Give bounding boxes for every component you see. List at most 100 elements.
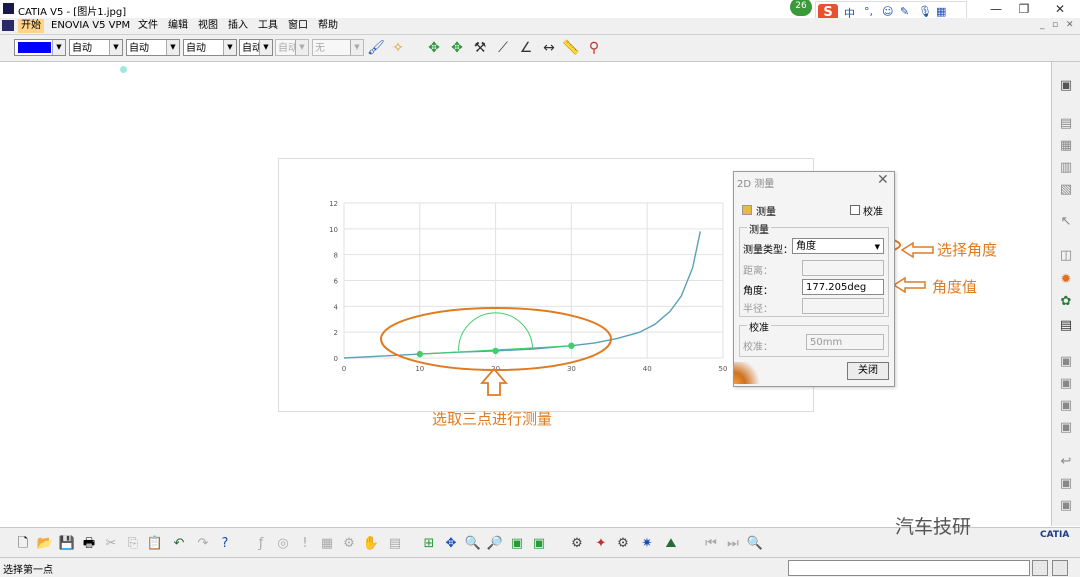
tool-g-icon[interactable]: ▣ <box>1058 498 1074 514</box>
transparency-combo[interactable]: 自动 ▼ <box>183 39 237 56</box>
close-button[interactable]: 关闭 <box>847 362 889 380</box>
layer-combo[interactable]: 自动 ▼ <box>275 39 309 56</box>
dialog-close-icon[interactable]: ✕ <box>877 172 889 188</box>
mdi-minimize-icon[interactable]: _ <box>1040 20 1045 30</box>
pan-view-icon[interactable]: ✥ <box>442 535 460 553</box>
ruler-icon[interactable]: 📏 <box>562 39 580 57</box>
zoom-in-icon[interactable]: 🔍 <box>464 535 482 553</box>
measure-item-icon[interactable]: ⚒ <box>471 39 489 57</box>
mdi-restore-icon[interactable]: ▫ <box>1052 20 1058 30</box>
tool-e-icon[interactable]: ↩ <box>1058 454 1074 470</box>
normal-view-icon[interactable]: ▣ <box>508 535 526 553</box>
punctuation-icon[interactable]: °, <box>864 5 873 18</box>
measure-angle-icon[interactable]: ∠ <box>517 39 535 57</box>
menu-edit[interactable]: 编辑 <box>165 19 191 33</box>
view-tool-icon[interactable]: ▥ <box>1058 160 1074 176</box>
undo-icon[interactable]: ↶ <box>170 535 188 553</box>
dialog-decoration <box>734 362 764 384</box>
save-icon[interactable]: 💾 <box>58 535 76 553</box>
formula-icon[interactable]: ƒ <box>252 535 270 553</box>
zoom-region-icon[interactable]: ◫ <box>1058 248 1074 264</box>
emoji-icon[interactable]: ☺ <box>882 5 893 18</box>
print-icon[interactable]: 🖶 <box>80 535 98 553</box>
help-icon[interactable]: ? <box>216 535 234 553</box>
menu-insert[interactable]: 插入 <box>225 19 251 33</box>
layer-tool-icon[interactable]: ▧ <box>1058 182 1074 198</box>
scene-icon[interactable]: ⛰ <box>662 535 680 553</box>
calibrate-checkbox[interactable] <box>850 205 860 215</box>
menu-file[interactable]: 文件 <box>135 19 161 33</box>
tool-d-icon[interactable]: ▣ <box>1058 420 1074 436</box>
first-icon[interactable]: ⏮ <box>702 535 720 553</box>
pan-icon[interactable]: ✥ <box>425 39 443 57</box>
measure-checkbox[interactable] <box>742 205 752 215</box>
stop-icon[interactable] <box>1052 560 1068 576</box>
move-icon[interactable]: ✥ <box>448 39 466 57</box>
mdi-close-icon[interactable]: ✕ <box>1066 20 1074 30</box>
calibrate-check-label: 校准 <box>863 207 883 218</box>
menu-enovia[interactable]: ENOVIA V5 VPM <box>48 19 133 33</box>
tree-icon[interactable]: ✿ <box>1058 294 1074 310</box>
compass-marker[interactable] <box>120 66 127 73</box>
power-input-icon[interactable] <box>1032 560 1048 576</box>
new-file-icon[interactable]: 🗋 <box>14 535 32 553</box>
tool-b-icon[interactable]: ▣ <box>1058 376 1074 392</box>
open-folder-icon[interactable]: 📂 <box>36 535 54 553</box>
search-icon[interactable]: 🔍 <box>746 535 764 553</box>
point-type-combo[interactable]: 自动 ▼ <box>239 39 273 56</box>
fire-icon[interactable]: ✹ <box>1058 272 1074 288</box>
measure-between-icon[interactable]: ⟋ <box>494 39 512 57</box>
catia-app-icon[interactable] <box>3 3 14 14</box>
render-style-combo[interactable]: 无 ▼ <box>312 39 364 56</box>
last-icon[interactable]: ⏭ <box>724 535 742 553</box>
report-icon[interactable]: ▤ <box>1058 318 1074 334</box>
close-icon[interactable]: ✕ <box>1046 1 1074 17</box>
tool-f-icon[interactable]: ▣ <box>1058 476 1074 492</box>
document-icon[interactable] <box>2 20 14 31</box>
menu-window[interactable]: 窗口 <box>285 19 311 33</box>
catalog-icon[interactable]: ▤ <box>386 535 404 553</box>
menu-view[interactable]: 视图 <box>195 19 221 33</box>
dimension-icon[interactable]: ↔ <box>540 39 558 57</box>
line-weight-combo[interactable]: 自动 ▼ <box>126 39 180 56</box>
menu-tools[interactable]: 工具 <box>255 19 281 33</box>
paste-icon[interactable]: 📋 <box>146 535 164 553</box>
material-icon[interactable]: ✦ <box>592 535 610 553</box>
table-icon[interactable]: ▦ <box>318 535 336 553</box>
color-combo[interactable]: ▼ <box>14 39 66 56</box>
copy-icon[interactable]: ⎘ <box>124 535 142 553</box>
painter-icon[interactable]: 🖌 <box>367 39 385 57</box>
tool-icon[interactable]: ⚙ <box>340 535 358 553</box>
redo-icon[interactable]: ↷ <box>194 535 212 553</box>
minimize-icon[interactable]: — <box>982 1 1010 17</box>
info-icon[interactable]: ! <box>296 535 314 553</box>
notification-badge[interactable]: 26 <box>790 0 812 16</box>
x-tick-label: 10 <box>415 365 424 373</box>
image-tool-icon[interactable]: ▣ <box>1058 78 1074 94</box>
menu-start[interactable]: 开始 <box>18 19 44 33</box>
select-arrow-icon[interactable]: ↖ <box>1058 214 1074 230</box>
settings-gear-icon[interactable]: ⚙ <box>568 535 586 553</box>
hand-icon[interactable]: ✋ <box>362 535 380 553</box>
cut-icon[interactable]: ✂ <box>102 535 120 553</box>
line-type-combo[interactable]: 自动 ▼ <box>69 39 123 56</box>
sketch-tool-icon[interactable]: ▤ <box>1058 116 1074 132</box>
fit-all-icon[interactable]: ⊞ <box>420 535 438 553</box>
swap-view-icon[interactable]: ▣ <box>530 535 548 553</box>
render-icon[interactable]: ✷ <box>638 535 656 553</box>
tool-a-icon[interactable]: ▣ <box>1058 354 1074 370</box>
microphone-icon[interactable]: 🎙 <box>918 5 932 18</box>
restore-icon[interactable]: ❐ <box>1010 1 1038 17</box>
grid-tool-icon[interactable]: ▦ <box>1058 138 1074 154</box>
knowledge-icon[interactable]: ◎ <box>274 535 292 553</box>
zoom-out-icon[interactable]: 🔎 <box>486 535 504 553</box>
pen-icon[interactable]: ✎ <box>900 5 909 18</box>
measure-type-select[interactable]: 角度 ▼ <box>792 238 884 254</box>
command-input[interactable] <box>788 560 1030 576</box>
tool-c-icon[interactable]: ▣ <box>1058 398 1074 414</box>
apply-style-icon[interactable]: ✧ <box>389 39 407 57</box>
measure-tool-icon[interactable]: ⚲ <box>585 39 603 57</box>
menu-help[interactable]: 帮助 <box>315 19 341 33</box>
gears-icon[interactable]: ⚙ <box>614 535 632 553</box>
grid-menu-icon[interactable]: ▦ <box>936 5 946 18</box>
